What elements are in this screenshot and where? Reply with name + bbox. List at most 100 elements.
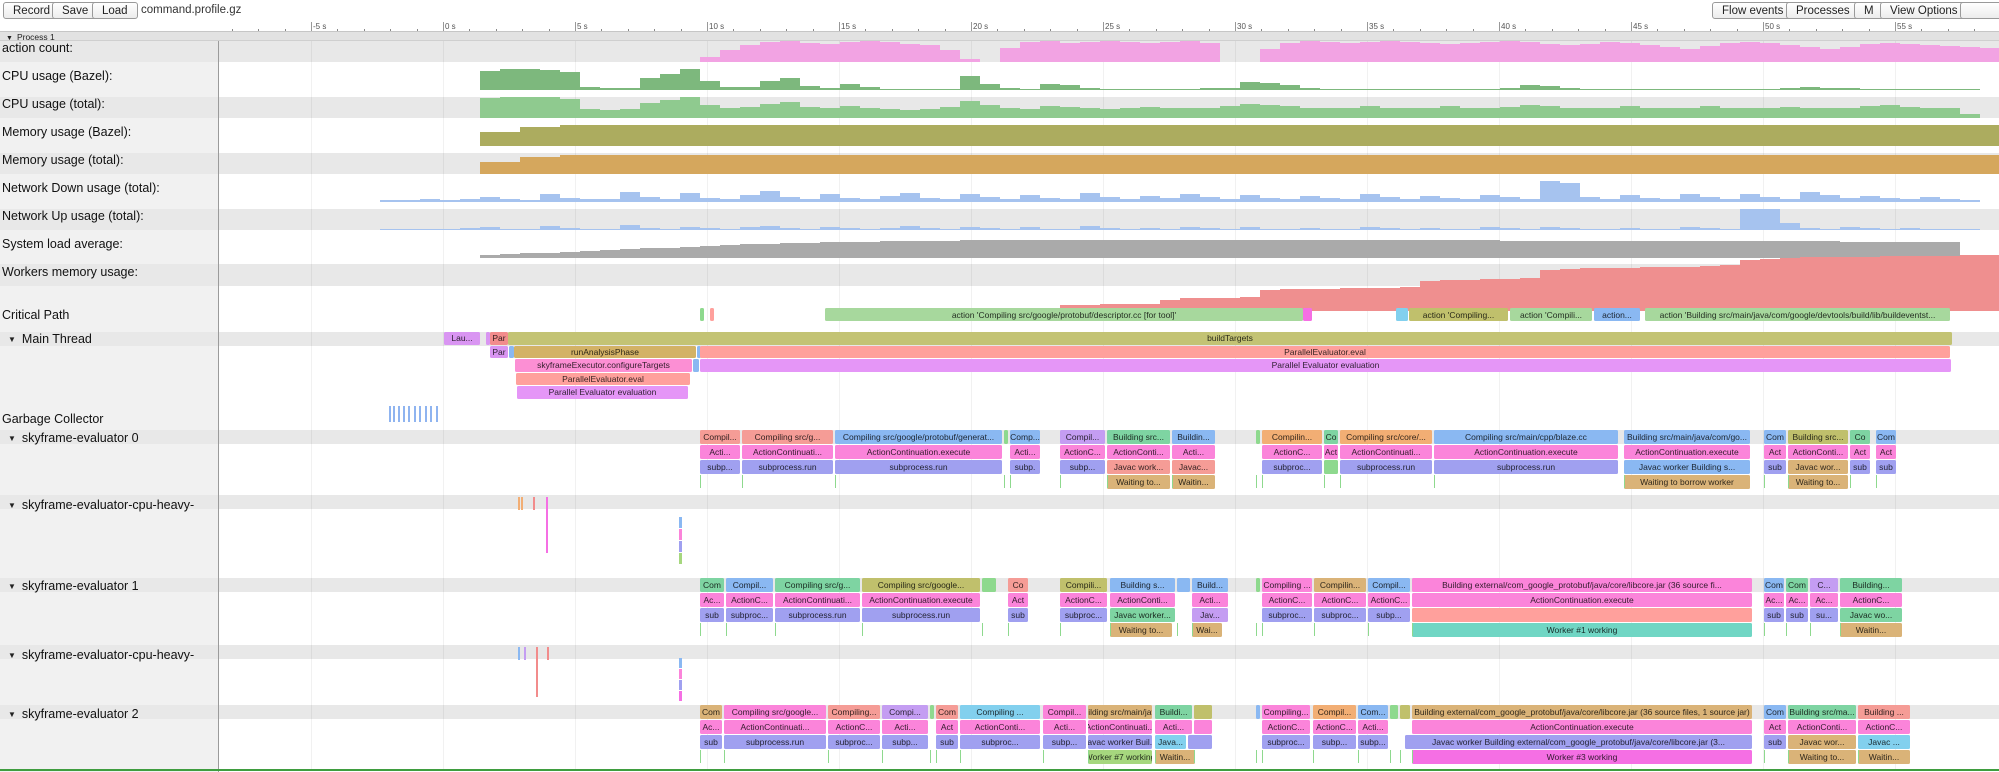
skyframe-evaluator-1-slice[interactable]: Building s...	[1110, 578, 1175, 592]
skyframe-evaluator-1-slice[interactable]: ActionContinuation.execute	[1412, 593, 1752, 607]
cpu-heavy-stack-tick[interactable]	[679, 669, 682, 679]
main-thread-slice[interactable]: Par	[490, 346, 508, 359]
skyframe-evaluator-1-slice[interactable]: Ac...	[1786, 593, 1808, 607]
skyframe-evaluator-0-slice[interactable]: subp...	[700, 460, 740, 474]
skyframe-evaluator-2-slice[interactable]: Waitin...	[1155, 750, 1195, 764]
skyframe-evaluator-1-slice[interactable]: ActionConti...	[1110, 593, 1175, 607]
skyframe-evaluator-2-slice[interactable]: Javac worker Building external/com_googl…	[1405, 735, 1752, 749]
skyframe-evaluator-2-slice[interactable]: Acti...	[1358, 720, 1388, 734]
gc-event-tick[interactable]	[425, 406, 427, 422]
skyframe-evaluator-0-slice[interactable]: Acti...	[1172, 445, 1215, 459]
skyframe-evaluator-0-slice[interactable]: Compiling src/google/protobuf/generat...	[835, 430, 1002, 444]
skyframe-evaluator-0-slice[interactable]: ActionContinuation.execute	[835, 445, 1002, 459]
skyframe-evaluator-2-slice[interactable]: Com	[936, 705, 958, 719]
skyframe-evaluator-2-slice[interactable]: ActionC...	[1262, 720, 1310, 734]
skyframe-evaluator-2-slice[interactable]: Building src/ma...	[1788, 705, 1856, 719]
skyframe-evaluator-0-slice[interactable]: subprocess.run	[835, 460, 1002, 474]
skyframe-evaluator-2-slice[interactable]: subp...	[882, 735, 928, 749]
cpu-heavy-event-tick[interactable]	[521, 497, 523, 510]
gc-event-tick[interactable]	[414, 406, 416, 422]
skyframe-evaluator-1-slice[interactable]: subproc...	[726, 608, 773, 622]
critical-path-slice[interactable]	[1303, 308, 1312, 321]
cpu-heavy-stack-tick[interactable]	[679, 517, 682, 528]
skyframe-evaluator-1-slice[interactable]: ActionC...	[1368, 593, 1410, 607]
skyframe-evaluator-0-slice[interactable]: Compiling src/core/...	[1340, 430, 1432, 444]
skyframe-evaluator-2-slice[interactable]: ActionC...	[1313, 720, 1356, 734]
skyframe-evaluator-1-slice[interactable]: Ac...	[1764, 593, 1784, 607]
row-label[interactable]: ▼skyframe-evaluator 2	[8, 707, 139, 721]
skyframe-evaluator-1-slice[interactable]: Com	[1786, 578, 1808, 592]
chart-cpu-usage-total[interactable]	[480, 97, 1980, 118]
cpu-heavy-stack-tick[interactable]	[679, 680, 682, 690]
main-thread-slice[interactable]: Par	[490, 332, 508, 345]
skyframe-evaluator-2-slice[interactable]: Compiling ...	[960, 705, 1040, 719]
skyframe-evaluator-0-slice[interactable]	[1004, 430, 1008, 444]
main-thread-slice[interactable]: runAnalysisPhase	[514, 346, 696, 359]
skyframe-evaluator-2-slice[interactable]: sub	[936, 735, 958, 749]
skyframe-evaluator-0-slice[interactable]: subprocess.run	[1434, 460, 1618, 474]
skyframe-evaluator-2-slice[interactable]: sub	[700, 735, 722, 749]
critical-path-slice[interactable]: action 'Building src/main/java/com/googl…	[1645, 308, 1950, 321]
gc-event-tick[interactable]	[389, 406, 391, 422]
skyframe-evaluator-2-slice[interactable]: Compil...	[1313, 705, 1356, 719]
cpu-heavy-event-tick[interactable]	[524, 647, 526, 660]
skyframe-evaluator-0-slice[interactable]: Co	[1324, 430, 1338, 444]
skyframe-evaluator-2-slice[interactable]: Act	[1764, 720, 1786, 734]
skyframe-evaluator-1-slice[interactable]: C...	[1810, 578, 1838, 592]
skyframe-evaluator-2-slice[interactable]: subproc...	[1262, 735, 1310, 749]
row-label[interactable]: ▼skyframe-evaluator-cpu-heavy-	[8, 498, 194, 512]
skyframe-evaluator-0-slice[interactable]: ActionConti...	[1788, 445, 1848, 459]
skyframe-evaluator-1-slice[interactable]: ActionC...	[1314, 593, 1366, 607]
chart-network-down[interactable]	[380, 181, 1980, 202]
skyframe-evaluator-2-slice[interactable]: Buildi...	[1155, 705, 1192, 719]
skyframe-evaluator-2-slice[interactable]: Javac wor...	[1788, 735, 1856, 749]
skyframe-evaluator-2-slice[interactable]: ActionContinuation.execute	[1412, 720, 1752, 734]
cpu-heavy-stack-tick[interactable]	[679, 553, 682, 564]
skyframe-evaluator-2-slice[interactable]: Acti...	[1043, 720, 1086, 734]
skyframe-evaluator-1-slice[interactable]: sub	[1008, 608, 1028, 622]
skyframe-evaluator-2-slice[interactable]: Compiling...	[1262, 705, 1310, 719]
skyframe-evaluator-1-slice[interactable]: subproc...	[1060, 608, 1107, 622]
cpu-heavy-event-tick[interactable]	[547, 647, 549, 660]
skyframe-evaluator-1-slice[interactable]	[1177, 578, 1190, 592]
chart-memory-usage-total[interactable]	[480, 153, 1999, 174]
critical-path-slice[interactable]	[1396, 308, 1408, 321]
gc-event-tick[interactable]	[403, 406, 405, 422]
skyframe-evaluator-1-slice[interactable]: Compil...	[1368, 578, 1410, 592]
skyframe-evaluator-0-slice[interactable]: sub	[1850, 460, 1870, 474]
skyframe-evaluator-1-slice[interactable]: Acti...	[1192, 593, 1228, 607]
skyframe-evaluator-2-slice[interactable]: Compil...	[1043, 705, 1086, 719]
main-thread-slice[interactable]: ParallelEvaluator.eval	[516, 373, 690, 386]
skyframe-evaluator-0-slice[interactable]: Act	[1876, 445, 1896, 459]
skyframe-evaluator-0-slice[interactable]: sub	[1764, 460, 1786, 474]
skyframe-evaluator-1-slice[interactable]: Compiling src/google...	[862, 578, 980, 592]
skyframe-evaluator-0-slice[interactable]: Building src...	[1788, 430, 1848, 444]
skyframe-evaluator-0-slice[interactable]: ActionContinuati...	[1340, 445, 1432, 459]
skyframe-evaluator-2-slice[interactable]: Waiting to...	[1788, 750, 1856, 764]
skyframe-evaluator-0-slice[interactable]: subp.	[1010, 460, 1040, 474]
skyframe-evaluator-0-slice[interactable]: Compiling src/g...	[742, 430, 833, 444]
skyframe-evaluator-1-slice[interactable]: Wai...	[1192, 623, 1222, 637]
cpu-heavy-event-tick[interactable]	[536, 647, 538, 697]
skyframe-evaluator-1-slice[interactable]: Waitin...	[1840, 623, 1902, 637]
skyframe-evaluator-0-slice[interactable]: Building src...	[1107, 430, 1170, 444]
critical-path-slice[interactable]	[700, 308, 704, 321]
skyframe-evaluator-0-slice[interactable]: Compiling src/main/cpp/blaze.cc	[1434, 430, 1618, 444]
skyframe-evaluator-2-slice[interactable]: Building src/main/jav...	[1088, 705, 1152, 719]
skyframe-evaluator-0-slice[interactable]: ActionC...	[1060, 445, 1105, 459]
gc-event-tick[interactable]	[393, 406, 395, 422]
skyframe-evaluator-2-slice[interactable]: subp...	[1313, 735, 1356, 749]
skyframe-evaluator-0-slice[interactable]: Co	[1850, 430, 1870, 444]
skyframe-evaluator-1-slice[interactable]: Building external/com_google_protobuf/ja…	[1412, 578, 1752, 592]
cpu-heavy-event-tick[interactable]	[546, 497, 548, 553]
skyframe-evaluator-1-slice[interactable]	[1256, 578, 1260, 592]
skyframe-evaluator-1-slice[interactable]: ActionC...	[1262, 593, 1312, 607]
skyframe-evaluator-1-slice[interactable]: Com	[700, 578, 724, 592]
gc-event-tick[interactable]	[419, 406, 421, 422]
skyframe-evaluator-2-slice[interactable]	[1194, 705, 1212, 719]
critical-path-slice[interactable]: action 'Compili...	[1510, 308, 1592, 321]
skyframe-evaluator-1-slice[interactable]: Co	[1008, 578, 1028, 592]
skyframe-evaluator-0-slice[interactable]: Com	[1876, 430, 1896, 444]
skyframe-evaluator-1-slice[interactable]: subprocess.run	[775, 608, 860, 622]
skyframe-evaluator-2-slice[interactable]: Worker #3 working	[1412, 750, 1752, 764]
